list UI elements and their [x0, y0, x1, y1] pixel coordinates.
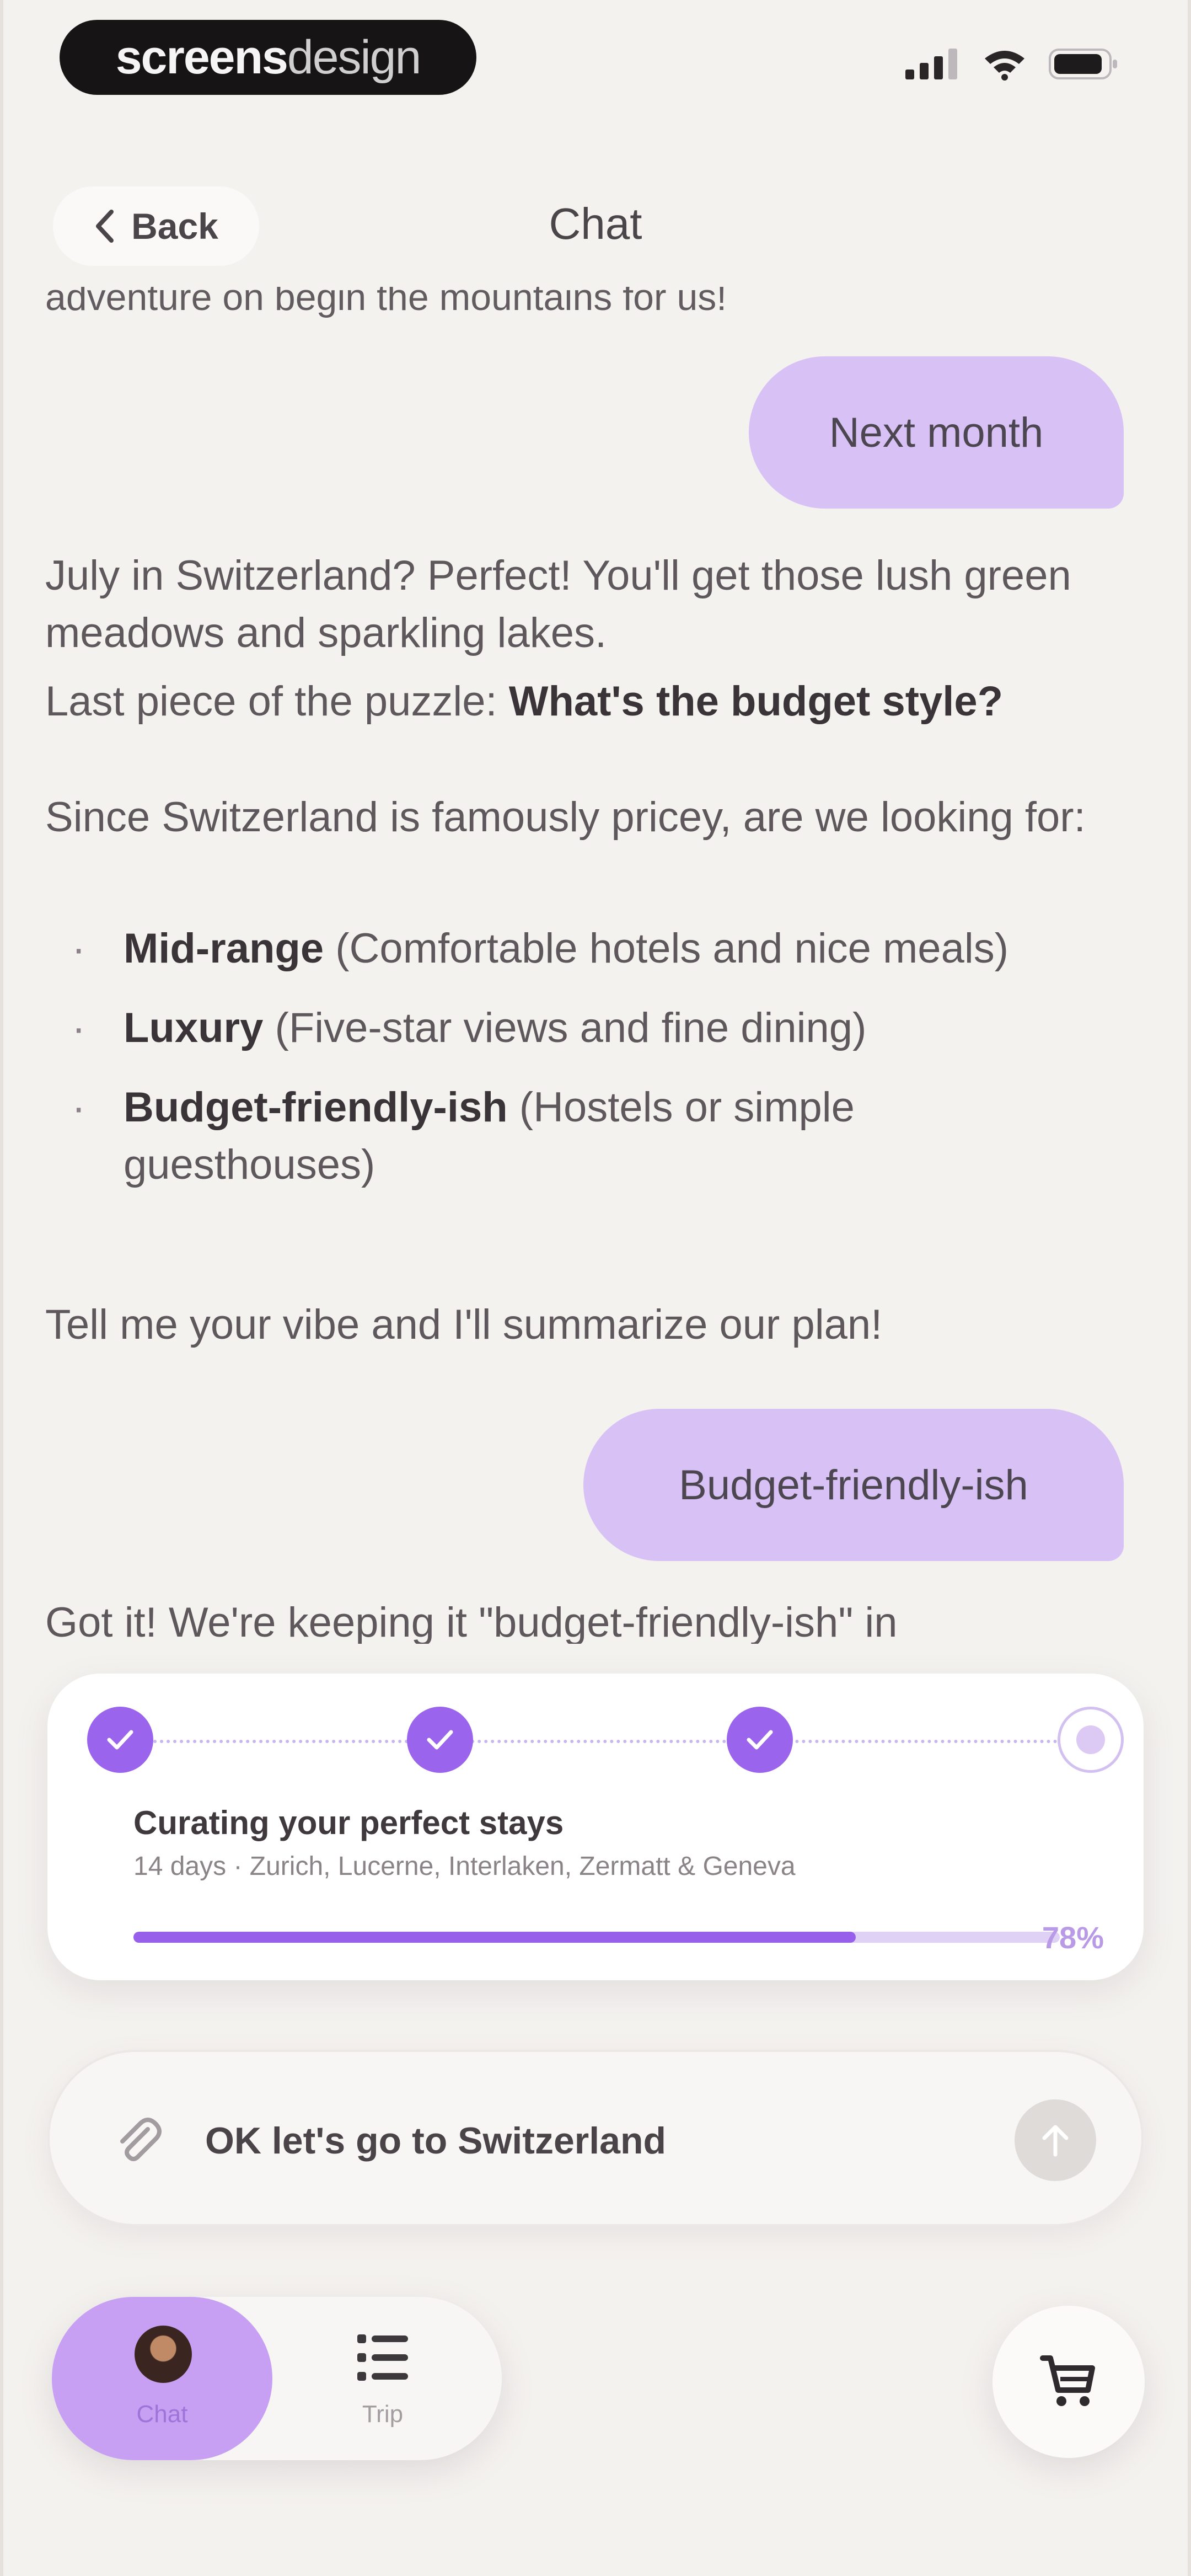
steps-connector	[120, 1740, 1091, 1743]
brand-logo-light: design	[287, 30, 421, 84]
step-complete	[407, 1707, 473, 1773]
paperclip-icon[interactable]	[110, 2113, 165, 2168]
nav-item-chat[interactable]: Chat	[52, 2297, 272, 2460]
check-icon	[747, 1730, 773, 1750]
option-desc: (Five-star views and fine dining)	[263, 1004, 867, 1051]
status-icons	[905, 47, 1119, 81]
user-message-text: Budget-friendly-ish	[679, 1461, 1028, 1509]
chat-transcript[interactable]: adventure on begin the mountains for us!…	[0, 287, 1191, 1644]
signal-icon	[905, 49, 957, 79]
battery-icon	[1049, 49, 1117, 79]
bottom-nav: Chat Trip	[52, 2297, 502, 2460]
user-message-text: Next month	[829, 409, 1044, 456]
message-composer	[47, 2050, 1144, 2226]
bot-question-bold: What's the budget style?	[508, 678, 1004, 725]
check-icon	[107, 1730, 133, 1750]
cart-button[interactable]	[993, 2306, 1145, 2458]
option-desc: (Comfortable hotels and nice meals)	[324, 925, 1009, 972]
list-item: Mid-range (Comfortable hotels and nice m…	[72, 920, 1092, 977]
budget-options-list: Mid-range (Comfortable hotels and nice m…	[72, 920, 1092, 1216]
progress-subtitle: 14 days · Zurich, Lucerne, Interlaken, Z…	[133, 1852, 796, 1881]
cart-icon	[1040, 2355, 1095, 2406]
user-message-bubble: Budget-friendly-ish	[583, 1409, 1124, 1561]
progress-title: Curating your perfect stays	[133, 1804, 564, 1841]
clipped-message-line: adventure on begin the mountains for us!	[45, 287, 727, 318]
option-name: Luxury	[124, 1004, 264, 1051]
arrow-up-icon	[1042, 2125, 1069, 2157]
progress-percent: 78%	[1042, 1920, 1104, 1955]
page-title: Chat	[549, 199, 642, 248]
check-icon	[427, 1730, 453, 1750]
nav-trip-label: Trip	[362, 2401, 404, 2428]
list-icon	[357, 2334, 408, 2381]
step-complete	[727, 1707, 793, 1773]
bot-message-paragraph: Got it! We're keeping it "budget-friendl…	[45, 1599, 898, 1644]
step-complete	[87, 1707, 153, 1773]
option-name: Mid-range	[124, 925, 324, 972]
user-message-bubble: Next month	[749, 356, 1124, 509]
wifi-icon	[985, 51, 1024, 81]
list-item: Luxury (Five-star views and fine dining)	[72, 1000, 1092, 1057]
chat-screen: screens design Back Chat adventure on beg	[0, 0, 1191, 2576]
option-name: Budget-friendly-ish	[124, 1084, 508, 1131]
bot-question-prefix: Last piece of the puzzle:	[45, 678, 509, 725]
progress-bar-fill	[133, 1932, 856, 1943]
bot-message-paragraph: Tell me your vibe and I'll summarize our…	[45, 1301, 883, 1348]
send-button[interactable]	[1015, 2099, 1096, 2181]
nav-item-trip[interactable]: Trip	[322, 2297, 443, 2460]
bot-message-paragraph: July in Switzerland? Perfect! You'll get…	[45, 552, 1071, 656]
bot-message-question: Last piece of the puzzle: What's the bud…	[45, 673, 1142, 730]
avatar	[135, 2326, 192, 2383]
pending-dot-icon	[1076, 1725, 1105, 1754]
step-pending	[1058, 1707, 1124, 1773]
nav-chat-label: Chat	[136, 2401, 188, 2428]
message-input[interactable]	[204, 2107, 978, 2174]
trip-progress-card: Curating your perfect stays 14 days · Zu…	[47, 1674, 1144, 1980]
list-item: Budget-friendly-ish (Hostels or simple g…	[72, 1079, 1092, 1194]
bot-message-paragraph: Since Switzerland is famously pricey, ar…	[45, 794, 1086, 841]
progress-bar	[133, 1932, 1060, 1943]
brand-logo: screens design	[60, 20, 476, 95]
brand-logo-bold: screens	[115, 30, 288, 84]
